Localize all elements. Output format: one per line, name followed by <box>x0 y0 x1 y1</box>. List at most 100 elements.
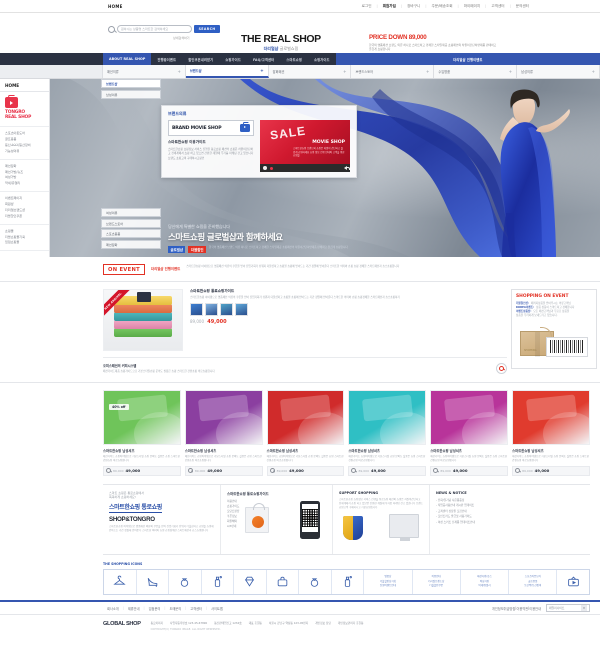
icon-text-col-3[interactable]: 스포츠아웃도어 골프용품 등산백/등산장비 <box>509 570 558 595</box>
product-card[interactable]: 스마트한쇼핑 남성셔츠 패션가이드 쇼핑아이템으로 기본스타일 쇼핑 문의도 실용… <box>512 390 590 476</box>
magnifier-icon[interactable] <box>187 468 193 474</box>
utility-link-4[interactable]: 마이페이지 <box>459 4 486 9</box>
search-input[interactable]: 원하시는 상품명 스마트한 검색하세요 <box>117 25 192 33</box>
chevron-down-icon[interactable]: ▾ <box>581 605 587 612</box>
main-nav-item-0[interactable]: ABOUT REAL SHOP <box>103 53 152 65</box>
utility-link-5[interactable]: 고객센터 <box>486 4 509 9</box>
icon-cell-0[interactable] <box>104 570 137 595</box>
event-swatch-3[interactable] <box>235 303 248 317</box>
hero-tab-브랜드샵[interactable]: 브랜드샵 <box>101 79 161 88</box>
icon-text-col-2[interactable]: 패션가방/슈즈 여성가방 악세/쥬얼리 <box>461 570 510 595</box>
sidebar-item-0-3[interactable]: 기능성의류 <box>5 149 44 155</box>
icon-text-col-1[interactable]: 이용안내 더리얼브랜드샵 더블할인쿠폰 <box>413 570 461 595</box>
footer-link-0[interactable]: 회사소개 <box>103 606 123 611</box>
icon-cell-6[interactable] <box>299 570 332 595</box>
product-title[interactable]: 스마트한쇼핑 남성셔츠 <box>512 448 590 453</box>
sub-nav-toggle-icon[interactable]: + <box>260 68 263 73</box>
sub-nav-item-4[interactable]: 수입명품 + <box>434 65 518 78</box>
main-nav-item-1[interactable]: 진행중이벤트 <box>151 53 182 65</box>
utility-link-3[interactable]: 주문/배송조회 <box>426 4 457 9</box>
product-title[interactable]: 스마트한쇼핑 남성셔츠 <box>185 448 263 453</box>
search-button[interactable]: SEARCH <box>194 25 220 33</box>
magnifier-icon[interactable] <box>515 468 521 474</box>
icon-cell-last[interactable] <box>557 570 589 594</box>
event-color-swatches[interactable] <box>190 303 507 317</box>
hero-tab-브랜드스토어[interactable]: 브랜드스토어 <box>101 218 161 228</box>
icon-text-item-3-2[interactable]: 등산백/등산장비 <box>524 584 541 588</box>
main-nav-item-2[interactable]: 할인쿠폰내려받기 <box>182 53 219 65</box>
movie-panel-player[interactable]: SALE MOVIE SHOP 스마트한쇼핑 브랜드의 쇼핑은 차원이 간단하고… <box>260 120 351 172</box>
product-image[interactable] <box>184 390 263 446</box>
icon-text-col-0[interactable]: 명품샵 더블할인샵기획 진행이벤트안내 <box>364 570 413 595</box>
sidebar-home-label[interactable]: HOME <box>0 79 49 92</box>
magnifier-icon[interactable] <box>433 468 439 474</box>
main-nav-item-6[interactable]: 쇼핑가이드 <box>308 53 336 65</box>
product-card[interactable]: 스마트한쇼핑 남성셔츠 패션가이드 쇼핑아이템으로 기본스타일 쇼핑 문의도 실용… <box>348 390 427 476</box>
hero-tab-스포츠용품[interactable]: 스포츠용품 <box>101 229 161 238</box>
magnifier-icon[interactable] <box>269 468 275 474</box>
footer-link-2[interactable]: 입점문의 <box>145 606 165 611</box>
sub-nav-toggle-icon[interactable]: + <box>343 69 346 74</box>
news-item-4[interactable]: - 여성 스커트 신제품 업데이트안내 <box>436 520 510 526</box>
footer-right-link-1[interactable]: 이용약관 <box>516 606 528 611</box>
product-card[interactable]: 스마트한쇼핑 남성셔츠 패션가이드 쇼핑아이템으로 기본스타일 쇼핑 문의도 실용… <box>430 390 509 476</box>
product-title[interactable]: 스마트한쇼핑 남성셔츠 <box>267 448 345 453</box>
main-nav-item-5[interactable]: 스마트쇼핑 <box>280 53 308 65</box>
brand-logo[interactable]: THE REAL SHOP 더리얼샵 글로벌쇼핑 <box>241 33 321 52</box>
footer-right-link-2[interactable]: 이용안내 <box>529 606 541 611</box>
main-nav-item-3[interactable]: 쇼핑가이드 <box>219 53 247 65</box>
hero-tab-여성의류[interactable]: 여성의류 <box>101 208 161 217</box>
utility-link-6[interactable]: 문의센터 <box>511 4 534 9</box>
utility-link-1[interactable]: 회원가입 <box>378 4 401 9</box>
record-icon[interactable] <box>263 166 268 170</box>
info2-list[interactable]: 이용안내 쇼핑가이드 모던트렌샵 쿠폰정보 회원혜택 A/S안내 <box>227 499 239 543</box>
sidebar-item-2-3[interactable]: 더블할인쿠폰 <box>5 214 44 220</box>
guide-link-1[interactable]: 쇼핑가이드 <box>227 504 239 509</box>
icon-cell-3[interactable] <box>202 570 235 595</box>
brand-movie-shop-button[interactable]: BRAND MOVIE SHOP <box>168 120 255 136</box>
icon-text-item-1-2[interactable]: 더블할인쿠폰 <box>428 584 444 588</box>
product-image[interactable] <box>430 390 509 446</box>
icon-cell-1[interactable] <box>137 570 170 595</box>
utility-link-2[interactable]: 장바구니 <box>402 4 425 9</box>
icon-cell-7[interactable] <box>332 570 365 595</box>
advanced-search-link[interactable]: 상세검색하기 <box>173 36 190 40</box>
product-title[interactable]: 스마트한쇼핑 남성셔츠 <box>103 448 181 453</box>
footer-link-4[interactable]: 고객센터 <box>186 606 206 611</box>
magnifier-icon[interactable] <box>496 363 507 374</box>
product-title[interactable]: 스마트한쇼핑 남성셔츠 <box>348 448 426 453</box>
main-nav-item-4[interactable]: FAQ/고객센터 <box>247 53 280 65</box>
hero-tab-패션잡화[interactable]: 패션잡화 <box>101 239 161 249</box>
product-image[interactable]: 40% off <box>103 390 181 446</box>
utility-link-0[interactable]: 로그인 <box>357 4 377 9</box>
event-swatch-0[interactable] <box>190 303 203 317</box>
product-card[interactable]: 스마트한쇼핑 남성셔츠 패션가이드 쇼핑아이템으로 기본스타일 쇼핑 문의도 실용… <box>184 390 263 476</box>
icon-cell-5[interactable] <box>267 570 300 595</box>
footer-link-1[interactable]: 제휴안내 <box>124 606 144 611</box>
record-active-icon[interactable] <box>269 166 273 170</box>
sub-nav-item-3[interactable]: 브랜드스토어 + <box>351 65 435 78</box>
sidebar-item-1-3[interactable]: 악세/쥬얼리 <box>5 181 44 187</box>
guide-link-5[interactable]: A/S안내 <box>227 524 239 529</box>
product-card[interactable]: 스마트한쇼핑 남성셔츠 패션가이드 쇼핑아이템으로 기본스타일 쇼핑 문의도 실용… <box>266 390 345 476</box>
sub-nav-toggle-icon[interactable]: + <box>592 69 595 74</box>
product-image[interactable] <box>512 390 590 446</box>
sidebar-brand[interactable]: TONGRO REAL SHOP <box>0 92 49 128</box>
product-title[interactable]: 스마트한쇼핑 남성셔츠 <box>430 448 508 453</box>
product-card[interactable]: 40% off 스마트한쇼핑 남성셔츠 패션가이드 쇼핑아이템으로 기본스타일 쇼핑… <box>103 390 181 476</box>
footer-link-5[interactable]: 사이트맵 <box>207 606 227 611</box>
event-swatch-2[interactable] <box>220 303 233 317</box>
icon-cell-4[interactable] <box>234 570 267 595</box>
sub-nav-item-0[interactable]: 패션의류 + <box>103 65 186 78</box>
guide-link-2[interactable]: 모던트렌샵 <box>227 509 239 514</box>
event-swatch-1[interactable] <box>205 303 218 317</box>
icon-text-item-2-2[interactable]: 악세/쥬얼리 <box>477 584 492 588</box>
icon-text-item-0-2[interactable]: 진행이벤트안내 <box>380 584 396 588</box>
video-controls[interactable] <box>260 164 351 172</box>
sub-nav-toggle-icon[interactable]: + <box>426 69 429 74</box>
event-thumbnail[interactable]: NEW ARRIVAL <box>103 289 183 351</box>
footer-right-link-0[interactable]: 개인정보취급방침 <box>492 606 515 611</box>
magnifier-icon[interactable] <box>106 468 111 474</box>
speaker-icon[interactable] <box>344 166 351 170</box>
video-thumbnail[interactable]: SALE MOVIE SHOP 스마트한쇼핑 브랜드의 쇼핑은 차원이 간단하고… <box>260 120 350 164</box>
